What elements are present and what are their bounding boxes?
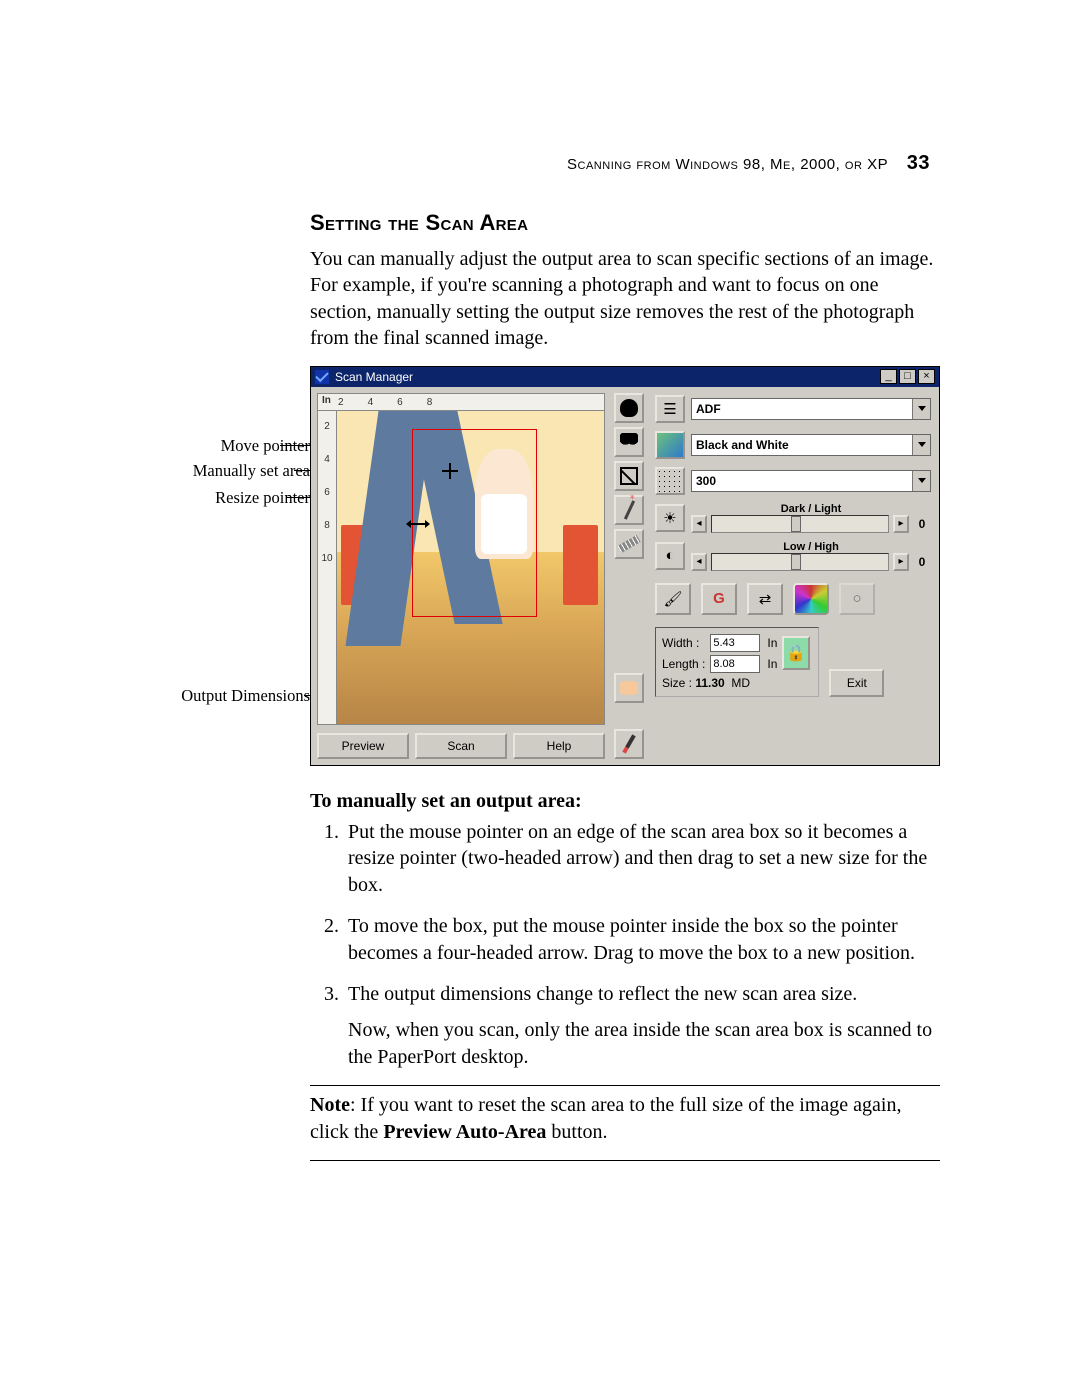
- slider-inc[interactable]: ▸: [893, 515, 909, 533]
- step-3-followup: Now, when you scan, only the area inside…: [348, 1017, 940, 1071]
- step-3: The output dimensions change to reflect …: [344, 981, 940, 1071]
- tool-colorwheel[interactable]: [793, 583, 829, 615]
- minimize-button[interactable]: _: [880, 369, 897, 384]
- mode-dropdown[interactable]: Black and White: [691, 434, 931, 456]
- length-unit: In: [767, 657, 777, 671]
- tool-portrait[interactable]: [614, 393, 644, 423]
- source-dropdown[interactable]: ADF: [691, 398, 931, 420]
- slider-inc[interactable]: ▸: [893, 553, 909, 571]
- instruction-list: Put the mouse pointer on an edge of the …: [310, 819, 940, 1071]
- step-2: To move the box, put the mouse pointer i…: [344, 913, 940, 967]
- chevron-down-icon[interactable]: [912, 399, 930, 419]
- tool-palette[interactable]: 🖌: [655, 583, 691, 615]
- width-unit: In: [767, 636, 777, 650]
- instructions-heading: To manually set an output area:: [310, 790, 940, 813]
- callout-resize-pointer: Resize pointer: [215, 488, 310, 508]
- tool-auto-area[interactable]: [614, 495, 644, 525]
- settings-pane: ☰ ADF Black and White: [647, 387, 939, 765]
- scan-manager-figure: Move pointer Manually set area Resize po…: [310, 366, 940, 766]
- running-header: Scanning from Windows 98, Me, 2000, or X…: [450, 152, 930, 175]
- tool-pen[interactable]: [614, 729, 644, 759]
- lowhigh-label: Low / High: [691, 541, 931, 553]
- page-number: 33: [907, 152, 930, 174]
- tool-column: [611, 387, 647, 765]
- note-block: Note: If you want to reset the scan area…: [310, 1092, 940, 1146]
- preview-button[interactable]: Preview: [317, 733, 409, 759]
- intro-paragraph: You can manually adjust the output area …: [310, 246, 940, 352]
- size-row: Size : 11.30 MD: [662, 676, 777, 690]
- app-icon: [315, 370, 329, 384]
- mode-icon: [655, 431, 685, 459]
- contrast-icon: ◐: [655, 542, 685, 570]
- length-field[interactable]: [710, 655, 760, 673]
- note-label: Note: [310, 1094, 350, 1116]
- ruler-unit: In: [322, 395, 331, 406]
- slider-dec[interactable]: ◂: [691, 515, 707, 533]
- preview-image[interactable]: [337, 411, 605, 725]
- scan-manager-window: Scan Manager _ □ × In 2 4 6 8: [310, 366, 940, 766]
- length-label: Length :: [662, 657, 705, 671]
- chevron-down-icon[interactable]: [912, 471, 930, 491]
- ruler-horizontal: In 2 4 6 8: [317, 393, 605, 411]
- dpi-icon: [655, 467, 685, 495]
- note-button-name: Preview Auto-Area: [383, 1121, 546, 1143]
- move-cursor-icon: [442, 463, 458, 479]
- scan-button[interactable]: Scan: [415, 733, 507, 759]
- callout-output-dims: Output Dimensions: [181, 686, 310, 706]
- callout-manual-area: Manually set area: [193, 461, 310, 481]
- slider-dec[interactable]: ◂: [691, 553, 707, 571]
- chapter-name: Scanning from Windows 98, Me, 2000, or X…: [567, 156, 888, 173]
- width-field[interactable]: [710, 634, 760, 652]
- darklight-slider[interactable]: [711, 515, 889, 533]
- tool-crop[interactable]: [614, 461, 644, 491]
- mode-value: Black and White: [696, 438, 789, 452]
- lowhigh-value: 0: [913, 555, 931, 569]
- dpi-value: 300: [696, 474, 716, 488]
- note-rule-bottom: [310, 1160, 940, 1161]
- resize-cursor-icon: [410, 523, 426, 525]
- preview-pane: In 2 4 6 8 2 4 6 8 10: [311, 387, 611, 765]
- note-rule-top: [310, 1085, 940, 1086]
- lock-aspect-button[interactable]: 🔒: [782, 636, 810, 670]
- scan-area-selection[interactable]: [412, 429, 537, 617]
- window-title: Scan Manager: [335, 370, 413, 384]
- titlebar[interactable]: Scan Manager _ □ ×: [311, 367, 939, 387]
- image-tools-row: 🖌 G ⇄ ○: [655, 579, 931, 619]
- dpi-dropdown[interactable]: 300: [691, 470, 931, 492]
- help-button[interactable]: Help: [513, 733, 605, 759]
- output-dimensions: Width : In 🔒 Length : In Size : 11.30: [655, 627, 819, 697]
- close-button[interactable]: ×: [918, 369, 935, 384]
- tool-ruler[interactable]: [614, 529, 644, 559]
- tool-faces[interactable]: [614, 673, 644, 703]
- step-1: Put the mouse pointer on an edge of the …: [344, 819, 940, 899]
- exit-button[interactable]: Exit: [829, 669, 884, 697]
- maximize-button[interactable]: □: [899, 369, 916, 384]
- source-value: ADF: [696, 402, 721, 416]
- darklight-value: 0: [913, 517, 931, 531]
- callout-move-pointer: Move pointer: [221, 436, 310, 456]
- darklight-label: Dark / Light: [691, 503, 931, 515]
- source-icon: ☰: [655, 395, 685, 423]
- tool-disabled: ○: [839, 583, 875, 615]
- width-label: Width :: [662, 636, 705, 650]
- lowhigh-slider[interactable]: [711, 553, 889, 571]
- tool-people[interactable]: [614, 427, 644, 457]
- chevron-down-icon[interactable]: [912, 435, 930, 455]
- tool-gamma[interactable]: G: [701, 583, 737, 615]
- tool-levels[interactable]: ⇄: [747, 583, 783, 615]
- section-title: Setting the Scan Area: [310, 210, 940, 236]
- ruler-vertical: 2 4 6 8 10: [317, 411, 337, 725]
- brightness-icon: ☀: [655, 504, 685, 532]
